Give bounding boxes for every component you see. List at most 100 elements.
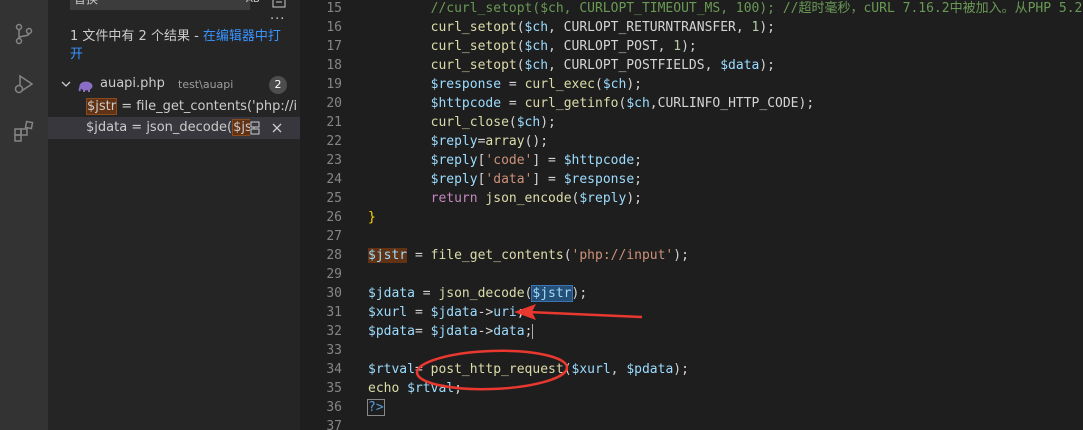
- line-number: 23: [326, 153, 342, 168]
- code-text: ?>: [367, 398, 385, 417]
- code-text: $reply['code'] = $httpcode;: [368, 151, 642, 170]
- code-line[interactable]: 30 $jdata = json_decode($jstr);: [300, 284, 1083, 303]
- code-token: curl_setopt: [430, 58, 517, 73]
- line-number: 37: [326, 419, 342, 430]
- code-token: $jdata: [430, 305, 478, 320]
- code-line[interactable]: 34 $rtval= post_http_request($xurl, $pdat…: [300, 360, 1083, 379]
- code-text: $pdata= $jdata->data;: [368, 322, 534, 341]
- search-match-highlight: ?>: [367, 399, 385, 416]
- search-match-item[interactable]: $jstr = file_get_contents('php://inp...: [48, 96, 300, 118]
- line-number: 35: [326, 381, 342, 396]
- code-line[interactable]: 27: [300, 227, 1083, 246]
- code-token: (: [516, 58, 525, 73]
- code-line[interactable]: 15 //curl_setopt($ch, CURLOPT_TIMEOUT_MS…: [300, 0, 1083, 18]
- code-token: =: [501, 77, 525, 92]
- code-token: =: [501, 96, 525, 111]
- source-control-icon[interactable]: [12, 22, 36, 46]
- code-text: $response = curl_exec($ch);: [368, 75, 642, 94]
- code-token: ->: [477, 305, 494, 320]
- code-line[interactable]: 22 $reply=array();: [300, 132, 1083, 151]
- code-text: $xurl = $jdata->uri;: [368, 303, 525, 322]
- code-line[interactable]: 32 $pdata= $jdata->data;: [300, 322, 1083, 341]
- line-number: 34: [326, 362, 342, 377]
- code-token: $xurl: [571, 362, 611, 377]
- search-result-file[interactable]: auapi.php test\auapi 2: [48, 74, 300, 96]
- code-line[interactable]: 36 ?>: [300, 398, 1083, 417]
- code-line[interactable]: 21 curl_close($ch);: [300, 113, 1083, 132]
- replace-input[interactable]: 替换: [70, 0, 250, 10]
- code-token: curl_setopt: [430, 20, 517, 35]
- code-token: $rtval: [368, 362, 415, 377]
- code-token: }: [368, 210, 376, 225]
- code-token: ;: [634, 153, 642, 168]
- code-text: $jdata = json_decode($jstr);: [368, 284, 587, 303]
- code-token: json_encode: [485, 191, 572, 206]
- code-line[interactable]: 31 $xurl = $jdata->uri;: [300, 303, 1083, 322]
- search-match-item-selected[interactable]: $jdata = json_decode($js...: [48, 117, 300, 139]
- code-text: curl_close($ch);: [368, 113, 556, 132]
- code-line[interactable]: 29: [300, 265, 1083, 284]
- code-token: $response: [563, 172, 635, 187]
- preserve-case-toggle[interactable]: AB: [246, 0, 260, 5]
- code-line[interactable]: 20 $httpcode = curl_getinfo($ch,CURLINFO…: [300, 94, 1083, 113]
- search-sidebar: 替换 AB ··· 1 文件中有 2 个结果 - 在编辑器中打开 auapi.p…: [48, 0, 300, 430]
- line-number: 28: [326, 248, 342, 263]
- line-number: 20: [326, 96, 342, 111]
- activity-bar: [0, 0, 48, 430]
- code-editor[interactable]: 15 //curl_setopt($ch, CURLOPT_TIMEOUT_MS…: [300, 0, 1083, 430]
- replace-icon[interactable]: [247, 120, 263, 136]
- code-text: $rtval= post_http_request($xurl, $pdata)…: [368, 360, 689, 379]
- code-line[interactable]: 24 $reply['data'] = $response;: [300, 170, 1083, 189]
- code-token: $httpcode: [430, 96, 502, 111]
- code-token: );: [673, 248, 689, 263]
- match-text: $jstr = file_get_contents('php://inp...: [86, 96, 296, 118]
- replace-all-icon[interactable]: [272, 0, 286, 8]
- code-line[interactable]: 19 $response = curl_exec($ch);: [300, 75, 1083, 94]
- code-text: curl_setopt($ch, CURLOPT_POST, 1);: [368, 37, 697, 56]
- code-token: 'php://input': [571, 248, 674, 263]
- code-token: ,CURLINFO_HTTP_CODE);: [649, 96, 815, 111]
- code-token: , CURLOPT_POSTFIELDS,: [548, 58, 721, 73]
- line-number: 19: [326, 77, 342, 92]
- line-number: 29: [326, 267, 342, 282]
- code-token: $pdata: [368, 324, 415, 339]
- code-token: curl_close: [430, 115, 509, 130]
- chevron-down-icon[interactable]: [60, 78, 72, 90]
- code-line[interactable]: 23 $reply['code'] = $httpcode;: [300, 151, 1083, 170]
- code-line[interactable]: 16 curl_setopt($ch, CURLOPT_RETURNTRANSF…: [300, 18, 1083, 37]
- code-token: uri: [493, 305, 517, 320]
- code-token: );: [540, 115, 556, 130]
- extensions-icon[interactable]: [12, 120, 36, 144]
- code-line[interactable]: 33: [300, 341, 1083, 360]
- code-token: $ch: [626, 96, 650, 111]
- code-token: $ch: [524, 39, 549, 54]
- code-token: );: [626, 77, 642, 92]
- dismiss-icon[interactable]: [269, 120, 285, 136]
- code-token: (: [508, 115, 517, 130]
- code-line[interactable]: 18 curl_setopt($ch, CURLOPT_POSTFIELDS, …: [300, 56, 1083, 75]
- summary-text: 1 文件中有 2 个结果 -: [70, 29, 203, 44]
- code-token: array: [485, 134, 525, 149]
- code-line[interactable]: 17 curl_setopt($ch, CURLOPT_POST, 1);: [300, 37, 1083, 56]
- match-rest: = file_get_contents('php://inp...: [121, 99, 296, 114]
- code-token: $ch: [524, 58, 549, 73]
- code-line[interactable]: 37: [300, 417, 1083, 430]
- code-token: =: [414, 286, 439, 301]
- code-token: (: [563, 248, 572, 263]
- code-token: $jdata: [368, 286, 415, 301]
- code-token: data: [493, 324, 525, 339]
- code-text: //curl_setopt($ch, CURLOPT_TIMEOUT_MS, 1…: [368, 0, 1083, 18]
- code-line[interactable]: 35 echo $rtval;: [300, 379, 1083, 398]
- code-token: 1: [673, 39, 682, 54]
- code-line[interactable]: 25 return json_encode($reply);: [300, 189, 1083, 208]
- code-line[interactable]: 26}: [300, 208, 1083, 227]
- code-token: $response: [430, 77, 502, 92]
- more-actions-button[interactable]: ···: [270, 12, 285, 27]
- code-token: $reply: [579, 191, 627, 206]
- code-line[interactable]: 28 $jstr = file_get_contents('php://input…: [300, 246, 1083, 265]
- run-debug-icon[interactable]: [12, 72, 36, 96]
